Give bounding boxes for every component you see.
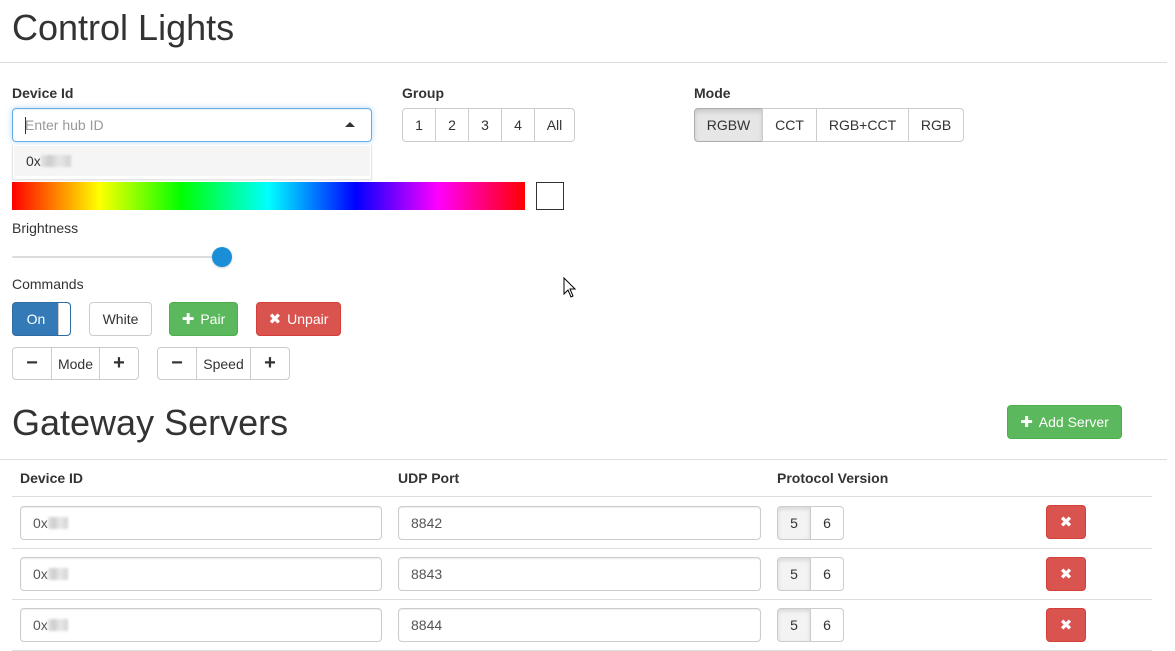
plus-icon: ✚ xyxy=(181,310,195,328)
redacted-value xyxy=(47,568,68,580)
brightness-slider-track[interactable] xyxy=(12,256,222,258)
group-button-all[interactable]: All xyxy=(534,108,575,142)
commands-label: Commands xyxy=(12,276,84,292)
caret-up-icon[interactable] xyxy=(345,122,355,127)
brightness-label: Brightness xyxy=(12,220,79,236)
group-button-4[interactable]: 4 xyxy=(501,108,535,142)
white-button[interactable]: White xyxy=(89,302,152,336)
dropdown-option[interactable]: 0x xyxy=(14,146,370,176)
add-server-button[interactable]: ✚ Add Server xyxy=(1007,405,1122,439)
add-server-label: Add Server xyxy=(1038,414,1109,430)
remove-x-icon: ✖ xyxy=(1059,514,1073,531)
speed-increment-button[interactable]: + xyxy=(250,347,290,380)
column-header-protocol-version: Protocol Version xyxy=(777,470,889,486)
column-header-udp-port: UDP Port xyxy=(398,470,460,486)
mode-decrement-button[interactable]: − xyxy=(12,347,52,380)
group-label: Group xyxy=(402,85,444,101)
redacted-value xyxy=(47,619,68,631)
dropdown-option-prefix: 0x xyxy=(26,153,41,169)
mode-button-cct[interactable]: CCT xyxy=(762,108,817,142)
speed-stepper: − Speed + xyxy=(157,347,290,380)
remove-x-icon: ✖ xyxy=(1059,566,1073,583)
page-title: Control Lights xyxy=(12,7,235,48)
server-udp-port-input[interactable]: 8843 xyxy=(398,557,761,591)
server-udp-port-input[interactable]: 8842 xyxy=(398,506,761,540)
toggle-on-label: On xyxy=(26,311,46,327)
server-udp-port-input[interactable]: 8844 xyxy=(398,608,761,642)
group-button-1[interactable]: 1 xyxy=(402,108,436,142)
delete-server-button[interactable]: ✖ xyxy=(1046,505,1086,539)
device-id-prefix: 0x xyxy=(33,515,48,531)
protocol-version-group: 5 6 xyxy=(777,506,844,540)
redacted-value xyxy=(47,517,68,529)
protocol-version-group: 5 6 xyxy=(777,557,844,591)
hue-color-picker[interactable] xyxy=(12,182,525,210)
delete-server-button[interactable]: ✖ xyxy=(1046,608,1086,642)
remove-x-icon: ✖ xyxy=(1059,617,1073,634)
color-swatch[interactable] xyxy=(536,182,564,210)
pair-button-label: Pair xyxy=(200,311,226,327)
device-id-prefix: 0x xyxy=(33,617,48,633)
table-header-line xyxy=(12,496,1152,497)
delete-server-button[interactable]: ✖ xyxy=(1046,557,1086,591)
speed-stepper-label: Speed xyxy=(196,347,251,380)
gateway-servers-title: Gateway Servers xyxy=(12,402,289,443)
redacted-value xyxy=(40,155,71,167)
protocol-version-6[interactable]: 6 xyxy=(810,557,844,591)
mode-label: Mode xyxy=(694,85,731,101)
device-id-prefix: 0x xyxy=(33,566,48,582)
plus-icon: ✚ xyxy=(1020,413,1033,431)
column-header-device-id: Device ID xyxy=(20,470,84,486)
speed-decrement-button[interactable]: − xyxy=(157,347,197,380)
group-button-3[interactable]: 3 xyxy=(468,108,502,142)
protocol-version-group: 5 6 xyxy=(777,608,844,642)
protocol-version-6[interactable]: 6 xyxy=(810,506,844,540)
device-id-select[interactable] xyxy=(12,108,372,142)
server-device-id-input[interactable]: 0x xyxy=(20,506,382,540)
device-id-dropdown: 0x xyxy=(12,145,372,180)
title-divider xyxy=(0,62,1167,63)
table-row-line xyxy=(12,548,1152,549)
mode-stepper: − Mode + xyxy=(12,347,139,380)
mode-button-rgbw[interactable]: RGBW xyxy=(694,108,763,142)
brightness-slider-handle[interactable] xyxy=(212,247,232,267)
protocol-version-6[interactable]: 6 xyxy=(810,608,844,642)
group-button-group: 1 2 3 4 All xyxy=(402,108,575,142)
toggle-handle xyxy=(58,303,70,335)
server-device-id-input[interactable]: 0x xyxy=(20,557,382,591)
mode-increment-button[interactable]: + xyxy=(99,347,139,380)
unpair-button[interactable]: ✖ Unpair xyxy=(256,302,341,336)
protocol-version-5[interactable]: 5 xyxy=(777,608,811,642)
mode-button-rgb[interactable]: RGB xyxy=(908,108,964,142)
unpair-button-label: Unpair xyxy=(287,311,329,327)
table-row-line xyxy=(12,599,1152,600)
mode-button-rgb-cct[interactable]: RGB+CCT xyxy=(816,108,909,142)
group-button-2[interactable]: 2 xyxy=(435,108,469,142)
mouse-pointer-icon xyxy=(563,277,577,298)
power-toggle[interactable]: On xyxy=(12,302,71,336)
protocol-version-5[interactable]: 5 xyxy=(777,557,811,591)
pair-button[interactable]: ✚ Pair xyxy=(169,302,238,336)
server-device-id-input[interactable]: 0x xyxy=(20,608,382,642)
gateway-divider xyxy=(0,459,1167,460)
device-id-label: Device Id xyxy=(12,85,74,101)
remove-x-icon: ✖ xyxy=(268,310,282,328)
mode-button-group: RGBW CCT RGB+CCT RGB xyxy=(694,108,964,142)
device-id-input[interactable] xyxy=(25,109,325,141)
mode-stepper-label: Mode xyxy=(51,347,100,380)
protocol-version-5[interactable]: 5 xyxy=(777,506,811,540)
